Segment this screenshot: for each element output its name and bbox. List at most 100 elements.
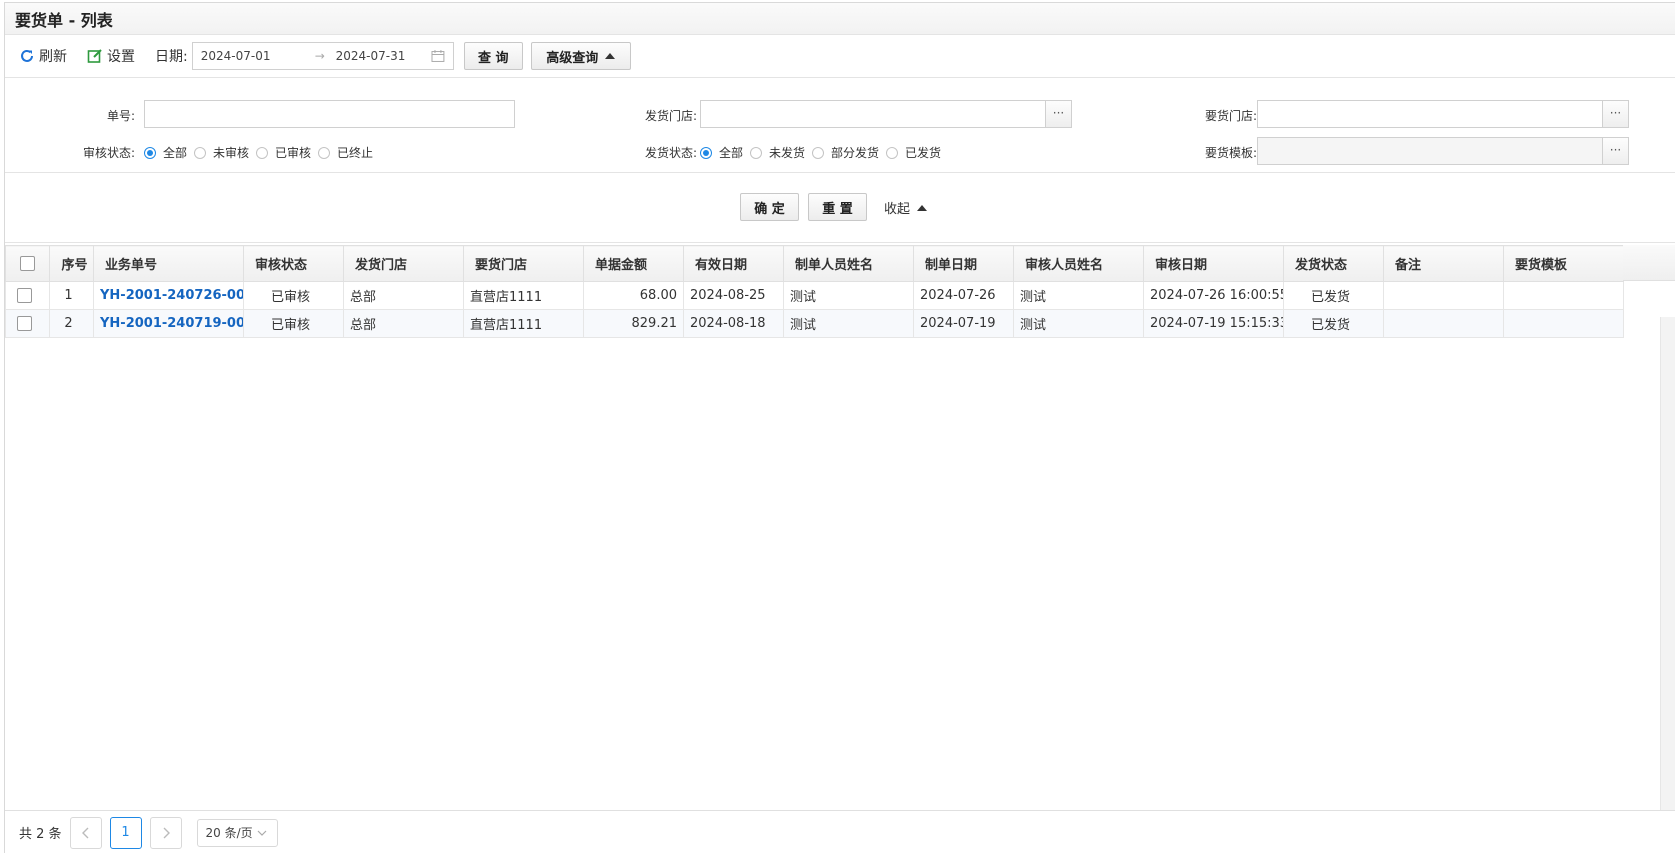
radio-unchecked xyxy=(256,146,269,159)
row-select-cell[interactable] xyxy=(5,309,50,338)
template-picker-button[interactable]: ··· xyxy=(1603,137,1629,165)
data-grid: 序号 业务单号 审核状态 发货门店 要货门店 单据金额 有效日期 制单人员姓名 … xyxy=(5,245,1675,810)
cell-ship-store: 总部 xyxy=(343,309,464,338)
refresh-button[interactable]: 刷新 xyxy=(19,46,67,66)
confirm-button[interactable]: 确 定 xyxy=(740,193,799,221)
order-no-input[interactable] xyxy=(144,100,515,128)
cell-template xyxy=(1503,309,1624,338)
cell-index: 2 xyxy=(49,309,94,338)
table-header-row: 序号 业务单号 审核状态 发货门店 要货门店 单据金额 有效日期 制单人员姓名 … xyxy=(5,245,1624,282)
cell-creator: 测试 xyxy=(783,309,914,338)
cell-create-date: 2024-07-19 xyxy=(913,309,1014,338)
column-header[interactable]: 发货门店 xyxy=(343,245,464,282)
cell-order-no-link[interactable]: YH-2001-240726-0006 xyxy=(93,281,244,310)
radio-checked xyxy=(144,146,156,159)
req-store-label: 要货门店: xyxy=(1204,109,1257,123)
date-end[interactable]: 2024-07-31 xyxy=(332,49,431,63)
advanced-query-button[interactable]: 高级查询 xyxy=(530,42,631,70)
column-header[interactable]: 制单人员姓名 xyxy=(783,245,914,282)
audit-option-all[interactable]: 全部 xyxy=(144,144,187,161)
cell-ship-status: 已发货 xyxy=(1283,309,1384,338)
cell-auditor: 测试 xyxy=(1013,309,1144,338)
settings-button[interactable]: 设置 xyxy=(87,46,135,66)
cell-audit-date: 2024-07-19 15:15:33 xyxy=(1143,309,1284,338)
column-header[interactable]: 制单日期 xyxy=(913,245,1014,282)
cell-index: 1 xyxy=(49,281,94,310)
ship-option-label: 已发货 xyxy=(905,146,942,160)
ship-option-shipped[interactable]: 已发货 xyxy=(886,144,941,161)
cell-req-store: 直营店1111 xyxy=(463,281,584,310)
template-input[interactable] xyxy=(1257,137,1603,165)
date-label: 日期: xyxy=(155,49,188,65)
cell-remark xyxy=(1383,309,1504,338)
ship-option-label: 未发货 xyxy=(769,146,806,160)
template-label: 要货模板: xyxy=(1204,146,1257,160)
cell-creator: 测试 xyxy=(783,281,914,310)
prev-page-button[interactable] xyxy=(69,816,102,849)
column-header[interactable]: 序号 xyxy=(49,245,94,282)
date-start[interactable]: 2024-07-01 xyxy=(201,49,308,63)
header-filler xyxy=(1623,245,1675,281)
table-row[interactable]: 2 YH-2001-240719-0005 已审核 总部 直营店1111 829… xyxy=(5,309,1624,338)
ship-option-partial[interactable]: 部分发货 xyxy=(812,144,879,161)
caret-up-icon xyxy=(605,53,616,59)
refresh-label: 刷新 xyxy=(39,49,67,65)
select-all-cell[interactable] xyxy=(5,245,50,282)
column-header[interactable]: 有效日期 xyxy=(683,245,784,282)
ship-store-picker-button[interactable]: ··· xyxy=(1046,100,1072,128)
next-page-button[interactable] xyxy=(149,816,182,849)
column-header[interactable]: 审核日期 xyxy=(1143,245,1284,282)
column-header[interactable]: 业务单号 xyxy=(93,245,244,282)
req-store-input[interactable] xyxy=(1257,100,1603,128)
cell-amount: 68.00 xyxy=(583,281,684,310)
calendar-icon[interactable] xyxy=(431,49,445,63)
ship-status-radio-group: 全部 未发货 部分发货 已发货 xyxy=(700,144,948,161)
column-header[interactable]: 审核状态 xyxy=(243,245,344,282)
cell-req-store: 直营店1111 xyxy=(463,309,584,338)
vertical-scrollbar[interactable] xyxy=(1660,317,1675,810)
row-checkbox[interactable] xyxy=(17,288,32,303)
column-header[interactable]: 发货状态 xyxy=(1283,245,1384,282)
column-header[interactable]: 要货模板 xyxy=(1503,245,1624,282)
chevron-right-icon xyxy=(163,827,170,838)
row-checkbox[interactable] xyxy=(17,316,32,331)
cell-audit-status: 已审核 xyxy=(243,281,344,310)
collapse-button[interactable]: 收起 xyxy=(884,198,928,217)
collapse-label: 收起 xyxy=(884,202,911,217)
cell-create-date: 2024-07-26 xyxy=(913,281,1014,310)
column-header[interactable]: 要货门店 xyxy=(463,245,584,282)
page-size-select[interactable]: 20 条/页 xyxy=(196,818,278,847)
cell-template xyxy=(1503,281,1624,310)
ship-option-all[interactable]: 全部 xyxy=(700,144,743,161)
query-button[interactable]: 查 询 xyxy=(463,42,523,70)
advanced-query-label: 高级查询 xyxy=(546,50,599,66)
date-range-picker[interactable]: 2024-07-01 → 2024-07-31 xyxy=(191,42,454,70)
audit-option-label: 全部 xyxy=(163,146,188,160)
audit-option-label: 已审核 xyxy=(275,146,312,160)
req-store-picker-button[interactable]: ··· xyxy=(1603,100,1629,128)
cell-valid-date: 2024-08-25 xyxy=(683,281,784,310)
radio-unchecked xyxy=(886,146,899,159)
cell-ship-store: 总部 xyxy=(343,281,464,310)
audit-option-audited[interactable]: 已审核 xyxy=(256,144,311,161)
select-all-checkbox[interactable] xyxy=(20,256,35,271)
filter-actions: 确 定 重 置 收起 xyxy=(5,173,1675,243)
reset-button[interactable]: 重 置 xyxy=(808,193,867,221)
settings-label: 设置 xyxy=(107,49,135,65)
audit-option-terminated[interactable]: 已终止 xyxy=(318,144,373,161)
refresh-icon xyxy=(21,49,33,62)
cell-order-no-link[interactable]: YH-2001-240719-0005 xyxy=(93,309,244,338)
cell-valid-date: 2024-08-18 xyxy=(683,309,784,338)
column-header[interactable]: 备注 xyxy=(1383,245,1504,282)
ship-option-unshipped[interactable]: 未发货 xyxy=(750,144,805,161)
column-header[interactable]: 单据金额 xyxy=(583,245,684,282)
title-bar: 要货单 - 列表 xyxy=(5,3,1675,35)
row-select-cell[interactable] xyxy=(5,281,50,310)
page-button-current[interactable]: 1 xyxy=(109,816,142,849)
edit-icon xyxy=(87,49,102,63)
audit-option-unaudited[interactable]: 未审核 xyxy=(194,144,249,161)
ship-store-input[interactable] xyxy=(700,100,1046,128)
table-row[interactable]: 1 YH-2001-240726-0006 已审核 总部 直营店1111 68.… xyxy=(5,281,1624,310)
column-header[interactable]: 审核人员姓名 xyxy=(1013,245,1144,282)
ship-status-label: 发货状态: xyxy=(644,146,697,160)
